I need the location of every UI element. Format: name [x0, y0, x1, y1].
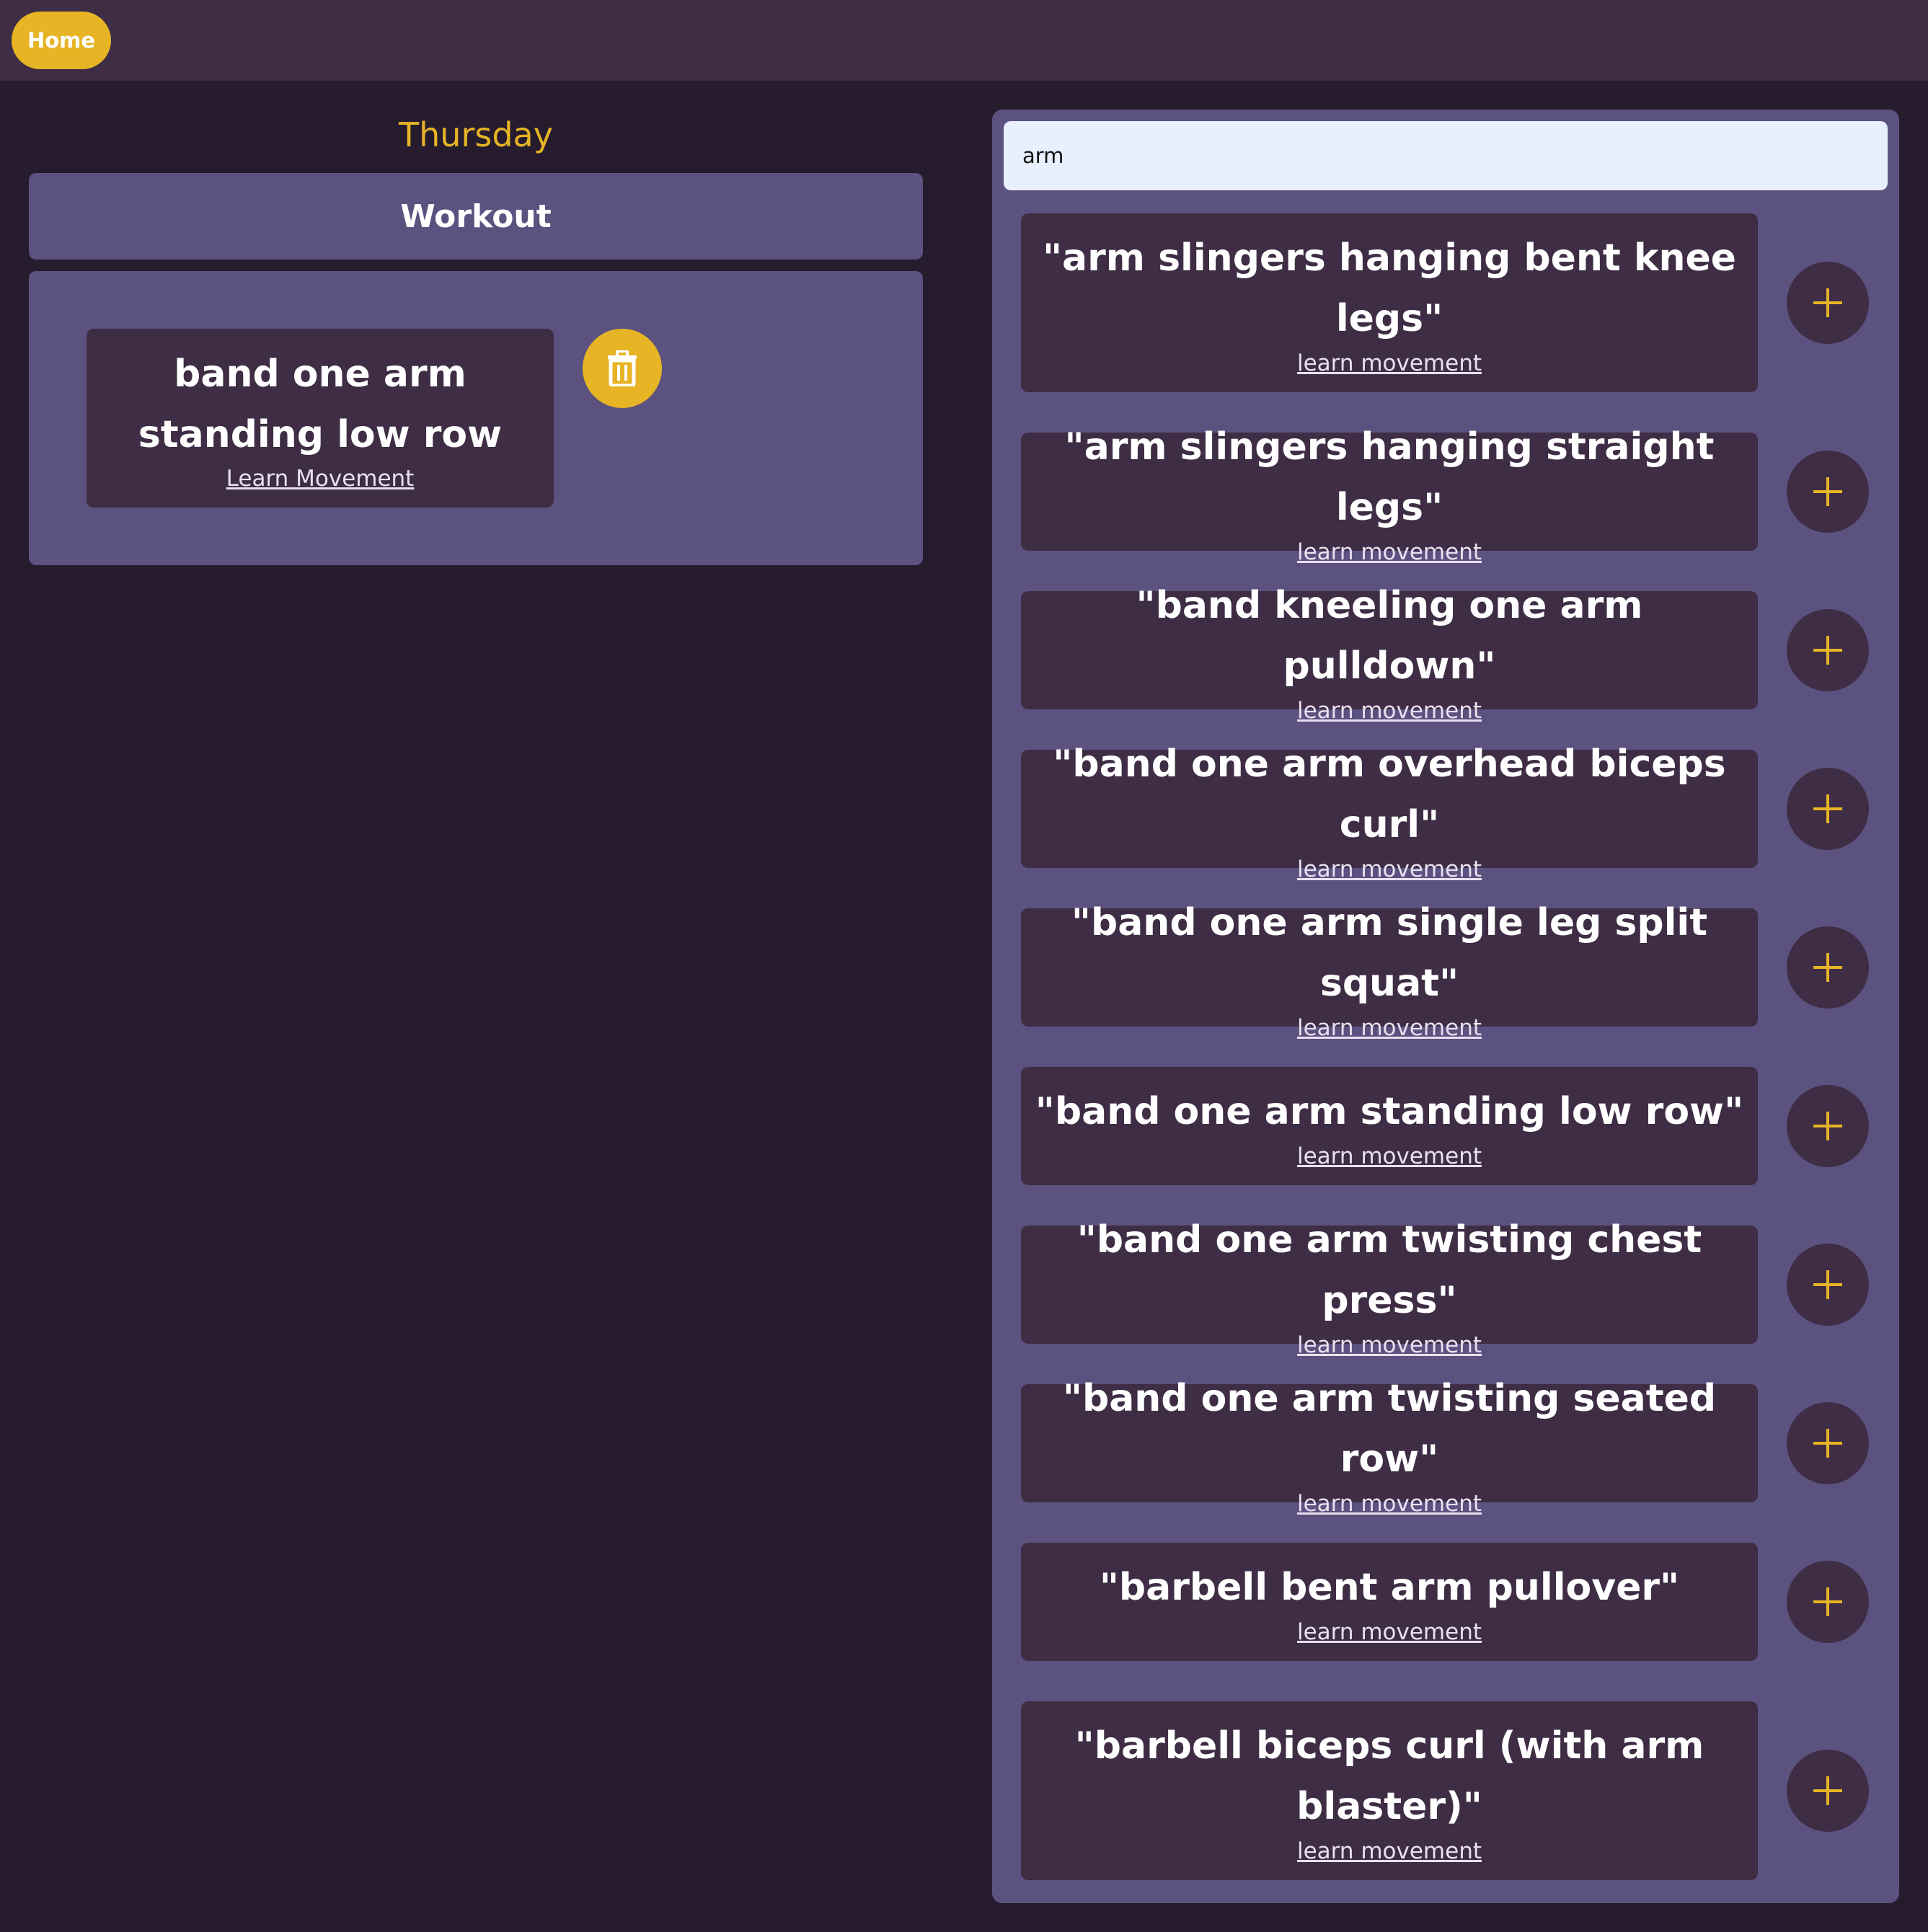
learn-movement-link[interactable]: learn movement [1297, 1014, 1482, 1042]
add-exercise-button[interactable] [1787, 262, 1869, 344]
search-result-row: "band kneeling one arm pulldown" learn mo… [1021, 584, 1886, 724]
search-result-card: "band one arm twisting seated row" learn … [1021, 1377, 1758, 1517]
search-input[interactable] [1004, 121, 1888, 190]
search-result-title: "band one arm overhead biceps curl" [1053, 743, 1726, 846]
search-result-row: "band one arm overhead biceps curl" learn… [1021, 743, 1886, 882]
add-exercise-button[interactable] [1787, 1085, 1869, 1167]
learn-movement-link[interactable]: learn movement [1297, 1331, 1482, 1360]
workout-panel: band one arm standing low row Learn Move… [29, 271, 923, 565]
search-result-row: "arm slingers hanging bent knee legs" lea… [1021, 213, 1886, 392]
add-exercise-button[interactable] [1787, 926, 1869, 1009]
search-result-title: "arm slingers hanging straight legs" [1064, 425, 1715, 529]
search-result-card: "arm slingers hanging straight legs" lear… [1021, 425, 1758, 565]
search-result-title: "barbell biceps curl (with arm blaster)" [1074, 1724, 1704, 1828]
search-result-title: "band one arm standing low row" [1035, 1090, 1744, 1133]
search-result-title: "band kneeling one arm pulldown" [1136, 584, 1643, 688]
search-result-title: "arm slingers hanging bent knee legs" [1042, 236, 1737, 340]
delete-exercise-button[interactable] [583, 329, 662, 408]
plus-icon [1813, 953, 1842, 982]
learn-movement-link[interactable]: learn movement [1297, 1142, 1482, 1171]
home-button[interactable]: Home [12, 12, 111, 69]
learn-movement-link[interactable]: learn movement [1297, 696, 1482, 725]
search-result-row: "barbell bent arm pullover" learn movemen… [1021, 1543, 1886, 1661]
add-exercise-button[interactable] [1787, 451, 1869, 533]
workout-item: band one arm standing low row Learn Move… [87, 329, 554, 508]
search-result-card: "barbell bent arm pullover" learn movemen… [1021, 1543, 1758, 1661]
search-result-card: "band one arm twisting chest press" learn… [1021, 1218, 1758, 1358]
plus-icon [1813, 288, 1842, 317]
search-result-title: "band one arm single leg split squat" [1071, 901, 1708, 1005]
day-title: Thursday [399, 115, 553, 154]
search-result-row: "band one arm standing low row" learn mov… [1021, 1067, 1886, 1185]
search-panel: "arm slingers hanging bent knee legs" lea… [992, 110, 1899, 1903]
learn-movement-link[interactable]: learn movement [1297, 1618, 1482, 1647]
search-result-card: "band one arm standing low row" learn mov… [1021, 1067, 1758, 1185]
trash-icon [608, 350, 637, 386]
search-result-row: "band one arm twisting chest press" learn… [1021, 1218, 1886, 1358]
plus-icon [1813, 1112, 1842, 1140]
learn-movement-link[interactable]: learn movement [1297, 349, 1482, 378]
search-result-card: "arm slingers hanging bent knee legs" lea… [1021, 213, 1758, 392]
search-result-title: "band one arm twisting chest press" [1076, 1218, 1702, 1322]
learn-movement-link[interactable]: learn movement [1297, 855, 1482, 884]
search-result-row: "barbell biceps curl (with arm blaster)"… [1021, 1701, 1886, 1880]
workout-item-title: band one arm standing low row [138, 353, 503, 456]
search-result-card: "band one arm single leg split squat" lea… [1021, 901, 1758, 1041]
search-result-card: "band kneeling one arm pulldown" learn mo… [1021, 584, 1758, 724]
search-result-card: "barbell biceps curl (with arm blaster)"… [1021, 1701, 1758, 1880]
plus-icon [1813, 794, 1842, 823]
top-nav-bar: Home [0, 0, 1928, 81]
plus-icon [1813, 1587, 1842, 1616]
plus-icon [1813, 636, 1842, 665]
workout-header: Workout [29, 173, 923, 260]
search-result-row: "arm slingers hanging straight legs" lear… [1021, 425, 1886, 565]
learn-movement-link[interactable]: learn movement [1297, 1837, 1482, 1866]
search-result-row: "band one arm single leg split squat" lea… [1021, 901, 1886, 1041]
add-exercise-button[interactable] [1787, 1244, 1869, 1326]
add-exercise-button[interactable] [1787, 609, 1869, 691]
add-exercise-button[interactable] [1787, 1402, 1869, 1484]
learn-movement-link[interactable]: Learn Movement [226, 465, 415, 492]
plus-icon [1813, 477, 1842, 506]
plus-icon [1813, 1776, 1842, 1805]
learn-movement-link[interactable]: learn movement [1297, 538, 1482, 567]
add-exercise-button[interactable] [1787, 1750, 1869, 1832]
search-result-title: "band one arm twisting seated row" [1062, 1377, 1717, 1481]
plus-icon [1813, 1270, 1842, 1299]
add-exercise-button[interactable] [1787, 1561, 1869, 1643]
search-result-row: "band one arm twisting seated row" learn … [1021, 1377, 1886, 1517]
search-result-card: "band one arm overhead biceps curl" learn… [1021, 743, 1758, 882]
search-result-title: "barbell bent arm pullover" [1099, 1566, 1680, 1609]
add-exercise-button[interactable] [1787, 768, 1869, 850]
learn-movement-link[interactable]: learn movement [1297, 1489, 1482, 1518]
plus-icon [1813, 1429, 1842, 1458]
